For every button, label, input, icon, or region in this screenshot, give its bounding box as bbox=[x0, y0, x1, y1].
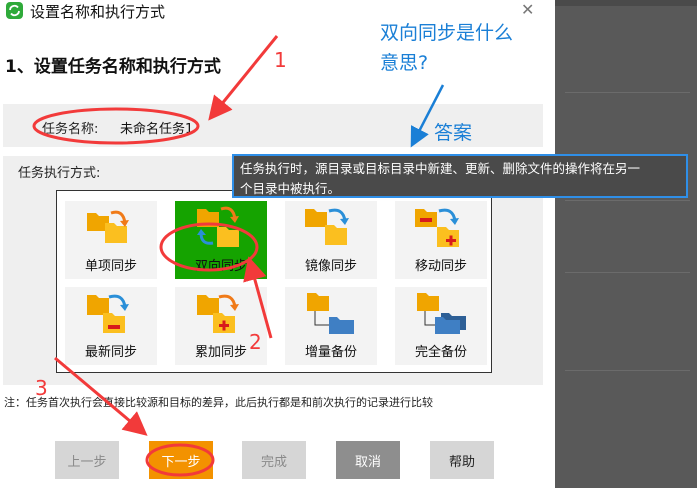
question-annotation: 双向同步是什么 意思? bbox=[380, 18, 555, 78]
help-button[interactable]: 帮助 bbox=[430, 441, 494, 479]
mode-tile-single-sync[interactable]: 单项同步 bbox=[65, 201, 157, 279]
mode-tile-mirror-sync[interactable]: 镜像同步 bbox=[285, 201, 377, 279]
mode-label: 单项同步 bbox=[84, 259, 137, 274]
background-window bbox=[555, 0, 697, 488]
answer-annotation: 答案 bbox=[434, 122, 473, 144]
task-name-label: 任务名称: bbox=[42, 122, 99, 137]
mirror-sync-icon bbox=[305, 208, 349, 245]
tooltip-line: 个目录中被执行。 bbox=[240, 181, 341, 196]
step-number-2: 2 bbox=[249, 330, 262, 354]
close-icon[interactable]: ✕ bbox=[521, 0, 534, 19]
finish-button[interactable]: 完成 bbox=[242, 441, 306, 479]
prev-button[interactable]: 上一步 bbox=[55, 441, 119, 479]
full-backup-icon bbox=[417, 293, 466, 334]
mode-label: 移动同步 bbox=[414, 259, 467, 274]
mode-tile-incremental-backup[interactable]: 增量备份 bbox=[285, 287, 377, 365]
background-divider bbox=[565, 200, 690, 201]
mode-label: 增量备份 bbox=[304, 345, 357, 360]
app-logo-icon bbox=[6, 2, 23, 19]
mode-tile-two-way-sync[interactable]: 双向同步 bbox=[175, 201, 267, 279]
task-name-input[interactable] bbox=[116, 114, 544, 140]
footnote: 注：任务首次执行会直接比较源和目标的差异，此后执行都是和前次执行的记录进行比较 bbox=[4, 396, 433, 409]
move-sync-icon bbox=[415, 208, 459, 247]
question-line: 双向同步是什么 bbox=[380, 22, 514, 44]
next-button[interactable]: 下一步 bbox=[149, 441, 213, 479]
mode-label: 完全备份 bbox=[414, 345, 467, 360]
step-number-3: 3 bbox=[35, 376, 48, 400]
tooltip-line: 任务执行时，源目录或目标目录中新建、更新、删除文件的操作将在另一 bbox=[240, 161, 641, 176]
page-heading: 1、设置任务名称和执行方式 bbox=[5, 57, 221, 77]
background-divider bbox=[565, 272, 690, 273]
question-line: 意思? bbox=[380, 52, 429, 74]
mode-label: 镜像同步 bbox=[304, 259, 357, 274]
mode-tooltip: 任务执行时，源目录或目标目录中新建、更新、删除文件的操作将在另一 个目录中被执行… bbox=[232, 154, 688, 198]
incremental-backup-icon bbox=[307, 293, 354, 334]
mode-tile-full-backup[interactable]: 完全备份 bbox=[395, 287, 487, 365]
latest-sync-icon bbox=[87, 294, 129, 333]
background-divider bbox=[565, 92, 690, 93]
two-way-sync-icon bbox=[197, 206, 239, 247]
step-number-1: 1 bbox=[274, 48, 287, 72]
background-divider bbox=[565, 370, 690, 371]
background-stripe bbox=[555, 0, 697, 6]
cancel-button[interactable]: 取消 bbox=[336, 441, 400, 479]
dialog-title: 设置名称和执行方式 bbox=[30, 3, 166, 21]
execution-mode-label: 任务执行方式: bbox=[18, 166, 101, 181]
mode-label: 双向同步 bbox=[194, 259, 247, 274]
single-sync-icon bbox=[87, 210, 129, 243]
mode-tile-latest-sync[interactable]: 最新同步 bbox=[65, 287, 157, 365]
mode-label: 最新同步 bbox=[84, 345, 137, 360]
mode-tile-move-sync[interactable]: 移动同步 bbox=[395, 201, 487, 279]
mode-grid: 单项同步 双向同步 镜像同步 移动同步 最新同步 累加同步 增量备份 完全备份 bbox=[56, 190, 492, 373]
